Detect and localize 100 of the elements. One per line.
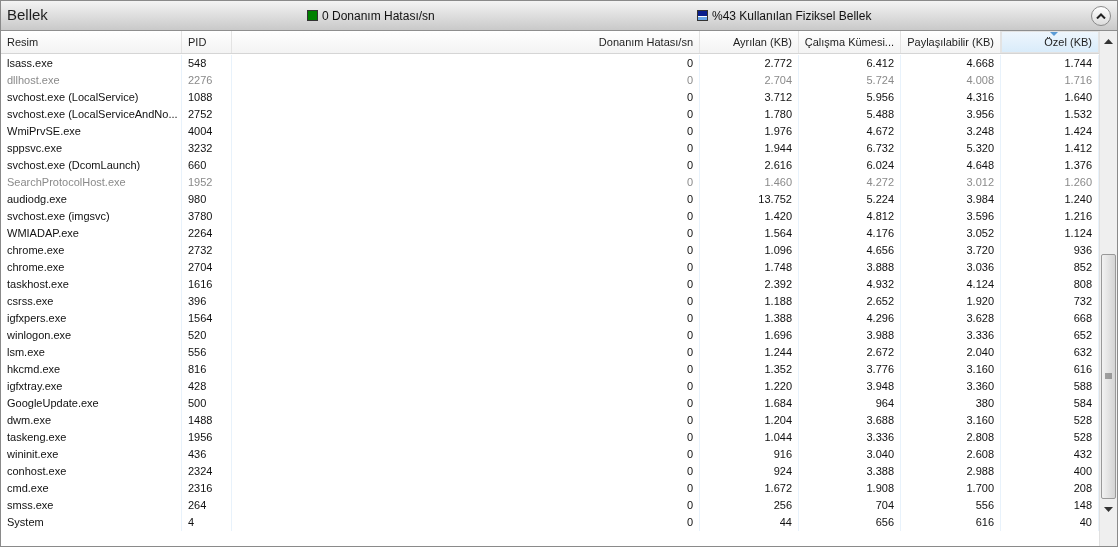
table-cell: lsass.exe xyxy=(1,55,182,72)
table-cell: 0 xyxy=(232,310,700,327)
scroll-up-icon[interactable] xyxy=(1104,39,1113,44)
table-cell: 1.244 xyxy=(700,344,799,361)
table-cell: 4 xyxy=(182,514,232,531)
table-cell: 5.488 xyxy=(799,106,901,123)
table-cell: 4.316 xyxy=(901,89,1001,106)
table-cell: 2.652 xyxy=(799,293,901,310)
table-cell: 1.188 xyxy=(700,293,799,310)
table-cell: 1.944 xyxy=(700,140,799,157)
table-cell: 1.748 xyxy=(700,259,799,276)
table-cell: WmiPrvSE.exe xyxy=(1,123,182,140)
table-cell: 2.704 xyxy=(700,72,799,89)
table-cell: 1.204 xyxy=(700,412,799,429)
table-cell: 3780 xyxy=(182,208,232,225)
table-cell: 0 xyxy=(232,174,700,191)
scrollbar[interactable] xyxy=(1099,31,1117,546)
table-cell: 1.388 xyxy=(700,310,799,327)
table-cell: 0 xyxy=(232,361,700,378)
table-cell: 0 xyxy=(232,106,700,123)
table-cell: 1956 xyxy=(182,429,232,446)
table-cell: cmd.exe xyxy=(1,480,182,497)
table-cell: 256 xyxy=(700,497,799,514)
table-cell: 556 xyxy=(901,497,1001,514)
collapse-button[interactable] xyxy=(1091,5,1111,26)
table-cell: 396 xyxy=(182,293,232,310)
table-cell: 816 xyxy=(182,361,232,378)
table-cell: 428 xyxy=(182,378,232,395)
table-cell: 2.772 xyxy=(700,55,799,72)
table-cell: 2316 xyxy=(182,480,232,497)
chevron-up-icon xyxy=(1096,12,1106,19)
table-cell: 1.976 xyxy=(700,123,799,140)
table-cell: 3.040 xyxy=(799,446,901,463)
table-cell: 3.336 xyxy=(799,429,901,446)
table-cell: csrss.exe xyxy=(1,293,182,310)
table-cell: 4.812 xyxy=(799,208,901,225)
table-cell: 2732 xyxy=(182,242,232,259)
table-cell: 660 xyxy=(182,157,232,174)
table-cell: taskhost.exe xyxy=(1,276,182,293)
indicator-label: 0 Donanım Hatası/sn xyxy=(322,7,435,25)
scroll-down-icon[interactable] xyxy=(1104,507,1113,512)
table-cell: 2.616 xyxy=(700,157,799,174)
table-cell: 3.984 xyxy=(901,191,1001,208)
scrollbar-thumb[interactable] xyxy=(1101,254,1116,499)
table-cell: 1.908 xyxy=(799,480,901,497)
table-cell: 3.888 xyxy=(799,259,901,276)
indicator-label: %43 Kullanılan Fiziksel Bellek xyxy=(712,7,872,25)
table-cell: 4.272 xyxy=(799,174,901,191)
table-cell: 4.008 xyxy=(901,72,1001,89)
table-cell: wininit.exe xyxy=(1,446,182,463)
table-cell: 3.776 xyxy=(799,361,901,378)
table-cell: 0 xyxy=(232,497,700,514)
table-cell: SearchProtocolHost.exe xyxy=(1,174,182,191)
column-header[interactable]: Özel (KB) xyxy=(1001,31,1099,53)
table-cell: igfxtray.exe xyxy=(1,378,182,395)
table-cell: 3232 xyxy=(182,140,232,157)
table-cell: 1.352 xyxy=(700,361,799,378)
column-header[interactable]: Resim xyxy=(1,31,182,53)
table-cell: 0 xyxy=(232,412,700,429)
table-cell: 2752 xyxy=(182,106,232,123)
column-header[interactable]: Donanım Hatası/sn xyxy=(232,31,700,53)
table-cell: 3.596 xyxy=(901,208,1001,225)
table-cell: 3.712 xyxy=(700,89,799,106)
table-cell: 0 xyxy=(232,191,700,208)
table-cell: sppsvc.exe xyxy=(1,140,182,157)
table-cell: 2276 xyxy=(182,72,232,89)
section-title: Bellek xyxy=(7,5,49,26)
table-cell: 3.988 xyxy=(799,327,901,344)
table-cell: 3.388 xyxy=(799,463,901,480)
table-cell: 0 xyxy=(232,55,700,72)
table-cell: smss.exe xyxy=(1,497,182,514)
table-cell: 0 xyxy=(232,378,700,395)
table-cell: 0 xyxy=(232,514,700,531)
column-header[interactable]: Çalışma Kümesi... xyxy=(799,31,901,53)
table-cell: 3.160 xyxy=(901,361,1001,378)
table-cell: 436 xyxy=(182,446,232,463)
table-cell: 3.360 xyxy=(901,378,1001,395)
table-cell: 4.176 xyxy=(799,225,901,242)
table-cell: 980 xyxy=(182,191,232,208)
table-cell: chrome.exe xyxy=(1,259,182,276)
table-cell: 0 xyxy=(232,208,700,225)
column-header[interactable]: Paylaşılabilir (KB) xyxy=(901,31,1001,53)
table-cell: 4.656 xyxy=(799,242,901,259)
table-cell: 2324 xyxy=(182,463,232,480)
table-cell: 0 xyxy=(232,344,700,361)
table-cell: 4004 xyxy=(182,123,232,140)
table-cell: 0 xyxy=(232,225,700,242)
table-cell: 380 xyxy=(901,395,1001,412)
table-cell: 1.920 xyxy=(901,293,1001,310)
table-cell: 3.628 xyxy=(901,310,1001,327)
table-cell: 1.672 xyxy=(700,480,799,497)
table-cell: dwm.exe xyxy=(1,412,182,429)
column-header[interactable]: Ayrılan (KB) xyxy=(700,31,799,53)
table-cell: 0 xyxy=(232,276,700,293)
table-cell: 3.956 xyxy=(901,106,1001,123)
table-cell: 2264 xyxy=(182,225,232,242)
table-cell: 2.808 xyxy=(901,429,1001,446)
table-cell: svchost.exe (imgsvc) xyxy=(1,208,182,225)
column-header[interactable]: PID xyxy=(182,31,232,53)
table-cell: svchost.exe (LocalServiceAndNo... xyxy=(1,106,182,123)
